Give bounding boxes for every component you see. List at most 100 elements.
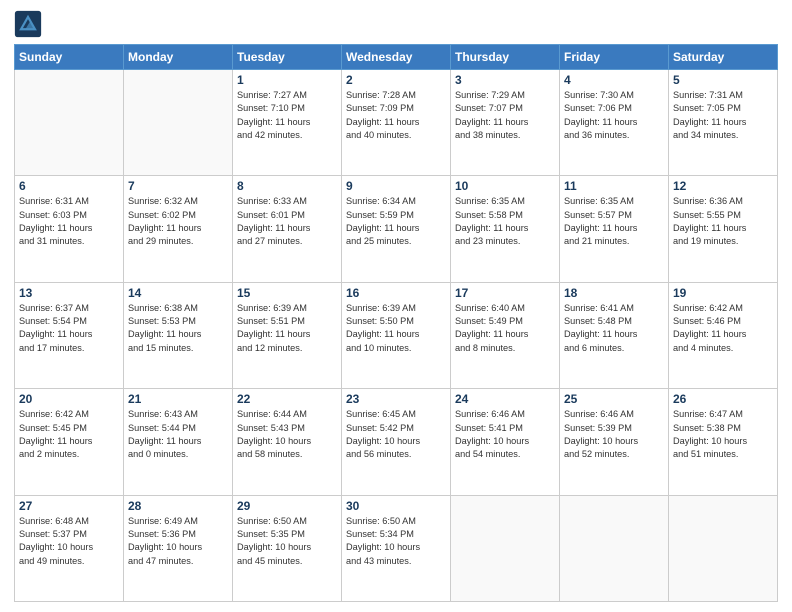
- day-info: Sunrise: 7:30 AM Sunset: 7:06 PM Dayligh…: [564, 89, 664, 142]
- day-number: 20: [19, 392, 119, 406]
- calendar-cell: 4 Sunrise: 7:30 AM Sunset: 7:06 PM Daylig…: [560, 70, 669, 176]
- day-number: 16: [346, 286, 446, 300]
- day-number: 6: [19, 179, 119, 193]
- calendar-cell: 7 Sunrise: 6:32 AM Sunset: 6:02 PM Daylig…: [124, 176, 233, 282]
- weekday-header-cell: Monday: [124, 45, 233, 70]
- day-info: Sunrise: 7:29 AM Sunset: 7:07 PM Dayligh…: [455, 89, 555, 142]
- weekday-header-cell: Tuesday: [233, 45, 342, 70]
- day-info: Sunrise: 6:44 AM Sunset: 5:43 PM Dayligh…: [237, 408, 337, 461]
- day-number: 10: [455, 179, 555, 193]
- calendar-table: SundayMondayTuesdayWednesdayThursdayFrid…: [14, 44, 778, 602]
- calendar-cell: 15 Sunrise: 6:39 AM Sunset: 5:51 PM Dayli…: [233, 282, 342, 388]
- calendar-cell: 21 Sunrise: 6:43 AM Sunset: 5:44 PM Dayli…: [124, 389, 233, 495]
- calendar-cell: [560, 495, 669, 601]
- day-info: Sunrise: 6:48 AM Sunset: 5:37 PM Dayligh…: [19, 515, 119, 568]
- calendar-cell: 11 Sunrise: 6:35 AM Sunset: 5:57 PM Dayli…: [560, 176, 669, 282]
- logo: [14, 10, 46, 38]
- calendar-cell: [15, 70, 124, 176]
- day-info: Sunrise: 7:28 AM Sunset: 7:09 PM Dayligh…: [346, 89, 446, 142]
- day-number: 27: [19, 499, 119, 513]
- day-info: Sunrise: 6:43 AM Sunset: 5:44 PM Dayligh…: [128, 408, 228, 461]
- logo-icon: [14, 10, 42, 38]
- calendar-cell: 2 Sunrise: 7:28 AM Sunset: 7:09 PM Daylig…: [342, 70, 451, 176]
- day-info: Sunrise: 6:34 AM Sunset: 5:59 PM Dayligh…: [346, 195, 446, 248]
- calendar-week-row: 1 Sunrise: 7:27 AM Sunset: 7:10 PM Daylig…: [15, 70, 778, 176]
- weekday-header-cell: Wednesday: [342, 45, 451, 70]
- calendar-cell: 26Sunrise: 6:47 AM Sunset: 5:38 PM Dayli…: [669, 389, 778, 495]
- day-number: 4: [564, 73, 664, 87]
- page: SundayMondayTuesdayWednesdayThursdayFrid…: [0, 0, 792, 612]
- calendar-week-row: 13Sunrise: 6:37 AM Sunset: 5:54 PM Dayli…: [15, 282, 778, 388]
- calendar-cell: 9 Sunrise: 6:34 AM Sunset: 5:59 PM Daylig…: [342, 176, 451, 282]
- day-number: 19: [673, 286, 773, 300]
- calendar-week-row: 20 Sunrise: 6:42 AM Sunset: 5:45 PM Dayli…: [15, 389, 778, 495]
- day-info: Sunrise: 6:42 AM Sunset: 5:45 PM Dayligh…: [19, 408, 119, 461]
- day-info: Sunrise: 6:35 AM Sunset: 5:57 PM Dayligh…: [564, 195, 664, 248]
- day-info: Sunrise: 6:33 AM Sunset: 6:01 PM Dayligh…: [237, 195, 337, 248]
- day-info: Sunrise: 7:27 AM Sunset: 7:10 PM Dayligh…: [237, 89, 337, 142]
- day-info: Sunrise: 6:31 AM Sunset: 6:03 PM Dayligh…: [19, 195, 119, 248]
- day-info: Sunrise: 6:32 AM Sunset: 6:02 PM Dayligh…: [128, 195, 228, 248]
- day-number: 2: [346, 73, 446, 87]
- day-number: 28: [128, 499, 228, 513]
- day-number: 17: [455, 286, 555, 300]
- calendar-cell: 23Sunrise: 6:45 AM Sunset: 5:42 PM Dayli…: [342, 389, 451, 495]
- day-info: Sunrise: 6:45 AM Sunset: 5:42 PM Dayligh…: [346, 408, 446, 461]
- day-number: 21: [128, 392, 228, 406]
- weekday-header-row: SundayMondayTuesdayWednesdayThursdayFrid…: [15, 45, 778, 70]
- calendar-cell: 6 Sunrise: 6:31 AM Sunset: 6:03 PM Daylig…: [15, 176, 124, 282]
- day-number: 11: [564, 179, 664, 193]
- calendar-cell: 22 Sunrise: 6:44 AM Sunset: 5:43 PM Dayli…: [233, 389, 342, 495]
- calendar-cell: 1 Sunrise: 7:27 AM Sunset: 7:10 PM Daylig…: [233, 70, 342, 176]
- day-info: Sunrise: 6:39 AM Sunset: 5:51 PM Dayligh…: [237, 302, 337, 355]
- weekday-header-cell: Friday: [560, 45, 669, 70]
- calendar-cell: 19Sunrise: 6:42 AM Sunset: 5:46 PM Dayli…: [669, 282, 778, 388]
- calendar-week-row: 6 Sunrise: 6:31 AM Sunset: 6:03 PM Daylig…: [15, 176, 778, 282]
- day-info: Sunrise: 6:35 AM Sunset: 5:58 PM Dayligh…: [455, 195, 555, 248]
- day-number: 25: [564, 392, 664, 406]
- day-number: 22: [237, 392, 337, 406]
- calendar-cell: 13Sunrise: 6:37 AM Sunset: 5:54 PM Dayli…: [15, 282, 124, 388]
- calendar-cell: 8 Sunrise: 6:33 AM Sunset: 6:01 PM Daylig…: [233, 176, 342, 282]
- day-number: 5: [673, 73, 773, 87]
- calendar-cell: 16 Sunrise: 6:39 AM Sunset: 5:50 PM Dayli…: [342, 282, 451, 388]
- calendar-cell: 29 Sunrise: 6:50 AM Sunset: 5:35 PM Dayli…: [233, 495, 342, 601]
- weekday-header-cell: Sunday: [15, 45, 124, 70]
- day-number: 15: [237, 286, 337, 300]
- day-number: 3: [455, 73, 555, 87]
- calendar-cell: 17Sunrise: 6:40 AM Sunset: 5:49 PM Dayli…: [451, 282, 560, 388]
- calendar-cell: 25 Sunrise: 6:46 AM Sunset: 5:39 PM Dayli…: [560, 389, 669, 495]
- day-info: Sunrise: 6:49 AM Sunset: 5:36 PM Dayligh…: [128, 515, 228, 568]
- weekday-header-cell: Saturday: [669, 45, 778, 70]
- day-info: Sunrise: 6:50 AM Sunset: 5:35 PM Dayligh…: [237, 515, 337, 568]
- day-number: 9: [346, 179, 446, 193]
- day-info: Sunrise: 6:39 AM Sunset: 5:50 PM Dayligh…: [346, 302, 446, 355]
- day-info: Sunrise: 6:46 AM Sunset: 5:41 PM Dayligh…: [455, 408, 555, 461]
- day-info: Sunrise: 6:50 AM Sunset: 5:34 PM Dayligh…: [346, 515, 446, 568]
- calendar-cell: 20 Sunrise: 6:42 AM Sunset: 5:45 PM Dayli…: [15, 389, 124, 495]
- day-number: 12: [673, 179, 773, 193]
- day-number: 1: [237, 73, 337, 87]
- day-info: Sunrise: 6:46 AM Sunset: 5:39 PM Dayligh…: [564, 408, 664, 461]
- calendar-cell: 27 Sunrise: 6:48 AM Sunset: 5:37 PM Dayli…: [15, 495, 124, 601]
- calendar-cell: 18Sunrise: 6:41 AM Sunset: 5:48 PM Dayli…: [560, 282, 669, 388]
- day-number: 7: [128, 179, 228, 193]
- calendar-cell: 24 Sunrise: 6:46 AM Sunset: 5:41 PM Dayli…: [451, 389, 560, 495]
- calendar-cell: 5Sunrise: 7:31 AM Sunset: 7:05 PM Daylig…: [669, 70, 778, 176]
- calendar-cell: 12Sunrise: 6:36 AM Sunset: 5:55 PM Dayli…: [669, 176, 778, 282]
- calendar-cell: [124, 70, 233, 176]
- weekday-header-cell: Thursday: [451, 45, 560, 70]
- day-info: Sunrise: 6:38 AM Sunset: 5:53 PM Dayligh…: [128, 302, 228, 355]
- calendar-cell: 3 Sunrise: 7:29 AM Sunset: 7:07 PM Daylig…: [451, 70, 560, 176]
- day-number: 26: [673, 392, 773, 406]
- day-number: 24: [455, 392, 555, 406]
- calendar-body: 1 Sunrise: 7:27 AM Sunset: 7:10 PM Daylig…: [15, 70, 778, 602]
- day-number: 13: [19, 286, 119, 300]
- calendar-week-row: 27 Sunrise: 6:48 AM Sunset: 5:37 PM Dayli…: [15, 495, 778, 601]
- day-number: 29: [237, 499, 337, 513]
- day-number: 18: [564, 286, 664, 300]
- calendar-cell: 10 Sunrise: 6:35 AM Sunset: 5:58 PM Dayli…: [451, 176, 560, 282]
- header: [14, 10, 778, 38]
- day-number: 8: [237, 179, 337, 193]
- calendar-cell: 30Sunrise: 6:50 AM Sunset: 5:34 PM Dayli…: [342, 495, 451, 601]
